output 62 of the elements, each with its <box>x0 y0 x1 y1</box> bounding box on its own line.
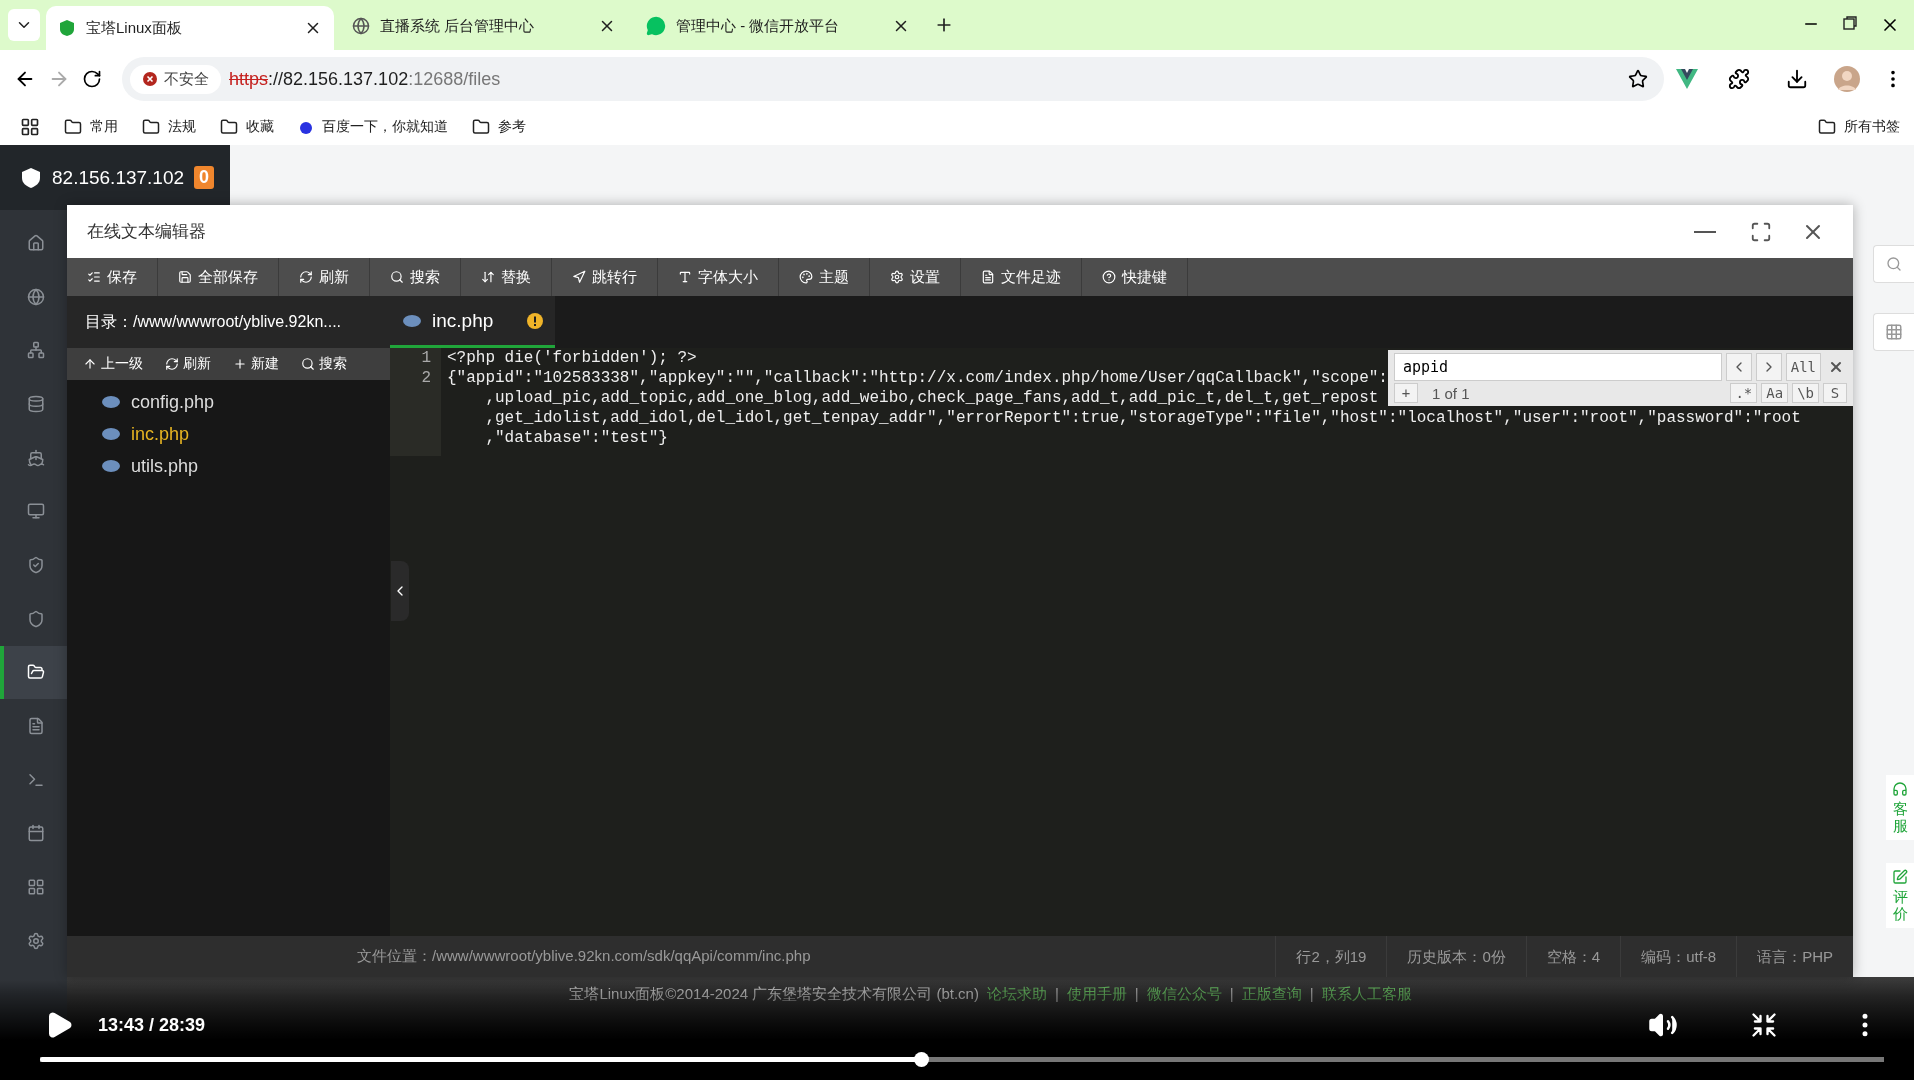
option-toggle[interactable]: .* <box>1730 383 1758 403</box>
directory-path: 目录：/www/wwwroot/yblive.92kn.... <box>67 296 390 348</box>
status-item: 空格：4 <box>1525 936 1621 977</box>
tree-action-button[interactable]: 刷新 <box>159 355 217 373</box>
file-name: config.php <box>131 391 215 413</box>
all-bookmarks[interactable]: 所有书签 <box>1818 117 1900 136</box>
browser-tab[interactable]: 直播系统 后台管理中心 <box>340 6 628 46</box>
bookmark[interactable]: 法规 <box>142 117 196 136</box>
find-all-button[interactable]: All <box>1785 353 1821 381</box>
bookmark[interactable]: 百度一下，你就知道 <box>298 117 448 136</box>
security-chip[interactable]: 不安全 <box>130 64 221 94</box>
browser-tab[interactable]: 管理中心 - 微信开放平台 <box>634 6 922 46</box>
browser-tab[interactable]: 宝塔Linux面板 <box>46 6 334 50</box>
tree-action-button[interactable]: 新建 <box>227 355 285 373</box>
code-line: ,upload_pic,add_topic,add_one_blog,add_weibo,check_page_fans,add_t,add_pic_t,del_t,get_repost <box>484 388 1379 408</box>
option-toggle[interactable]: Aa <box>1761 383 1789 403</box>
separator: | <box>1229 985 1234 1002</box>
replace-toggle-button[interactable]: + <box>1394 383 1418 403</box>
bookmark[interactable]: 常用 <box>64 117 118 136</box>
file-name: inc.php <box>131 423 190 445</box>
separator: | <box>1134 985 1139 1002</box>
line-number: 1 <box>420 348 432 368</box>
match-count: 1 of 1 <box>1431 384 1471 402</box>
server-address: 82.156.137.102 <box>52 166 185 189</box>
bookmark[interactable]: 收藏 <box>220 117 274 136</box>
status-item: 语言：PHP <box>1736 936 1853 977</box>
option-toggle[interactable]: S <box>1823 383 1847 403</box>
status-item: 历史版本：0份 <box>1386 936 1526 977</box>
file-name: utils.php <box>131 455 199 477</box>
footer-link[interactable]: 正版查询 <box>1241 985 1302 1004</box>
file-item[interactable]: utils.php <box>67 450 390 482</box>
tab-title: 管理中心 - 微信开放平台 <box>676 16 841 36</box>
editor-tab[interactable]: inc.php <box>390 296 555 348</box>
dialog-title: 在线文本编辑器 <box>87 221 207 243</box>
code-line: {"appid":"102583338","appkey":"","callback":"http://x.com/index.php/home/User/qqCallback","scope": <box>447 368 1388 388</box>
footer-link[interactable]: 联系人工客服 <box>1321 985 1412 1004</box>
file-path: 文件位置：/www/wwwroot/yblive.92kn.com/sdk/qqApi/comm/inc.php <box>356 947 812 966</box>
status-item: 行2，列19 <box>1275 936 1387 977</box>
tree-action-button[interactable]: 搜索 <box>295 355 353 373</box>
copyright-text: 宝塔Linux面板©2014-2024 广东堡塔安全技术有限公司 (bt.cn) <box>569 985 979 1004</box>
separator: | <box>1054 985 1059 1002</box>
url-text: https://82.156.137.102:12688/files <box>229 68 502 90</box>
code-line: ,get_idolist,add_idol,del_idol,get_tenpay_addr","errorReport":true,"storageType":"file","host":"localhost","user":"root","password":"root <box>484 408 1801 428</box>
option-toggle[interactable]: \b <box>1792 383 1819 403</box>
video-time: 13:43 / 28:39 <box>98 1014 207 1036</box>
file-item[interactable]: config.php <box>67 386 390 418</box>
bookmark[interactable]: 参考 <box>472 117 526 136</box>
tree-action-button[interactable]: 上一级 <box>77 355 149 373</box>
separator: | <box>1309 985 1314 1002</box>
tab-name: inc.php <box>432 309 495 332</box>
tab-title: 宝塔Linux面板 <box>86 18 183 38</box>
code-line: ,"database":"test"} <box>484 428 668 448</box>
search-input[interactable]: appid <box>1394 353 1722 381</box>
file-item[interactable]: inc.php <box>67 418 390 450</box>
status-item: 编码：utf-8 <box>1620 936 1737 977</box>
footer-link[interactable]: 使用手册 <box>1066 985 1127 1004</box>
footer-link[interactable]: 微信公众号 <box>1146 985 1222 1004</box>
address-bar[interactable]: 不安全 https://82.156.137.102:12688/files <box>122 57 1664 101</box>
tab-title: 直播系统 后台管理中心 <box>380 16 536 36</box>
code-line: <?php die('forbidden'); ?> <box>447 348 697 368</box>
footer-link[interactable]: 论坛求助 <box>986 985 1047 1004</box>
line-number: 2 <box>420 368 432 389</box>
